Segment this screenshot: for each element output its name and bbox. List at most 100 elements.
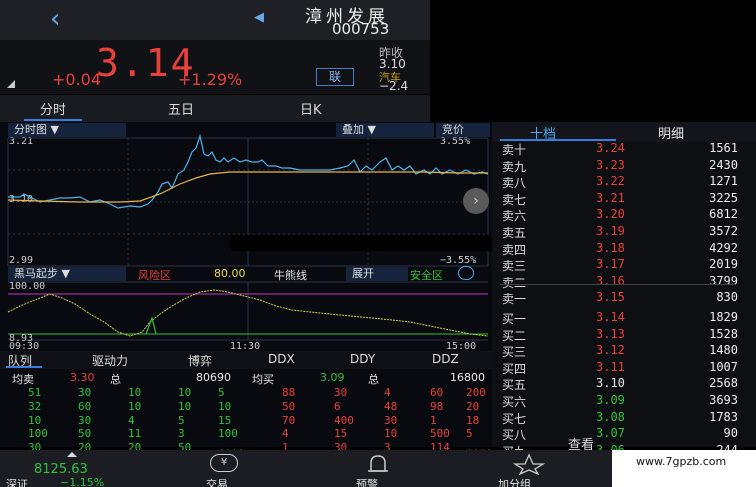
level-label: 买六 bbox=[502, 395, 527, 409]
level-price: 3.13 bbox=[596, 326, 625, 341]
bid-row[interactable]: 买四 3.11 1007 bbox=[492, 359, 738, 376]
queue-buy-cell: 4 bbox=[384, 386, 391, 399]
queue-buy-cell: 60 bbox=[430, 386, 444, 399]
trade-yen-icon[interactable]: ¥ bbox=[210, 454, 238, 472]
ask-row[interactable]: 卖一 3.15 830 bbox=[492, 289, 738, 307]
level-volume: 3693 bbox=[709, 393, 738, 407]
level-volume: 4292 bbox=[709, 240, 738, 255]
ask-row[interactable]: 卖七 3.21 3225 bbox=[492, 190, 738, 207]
tab-game[interactable]: 博弈 bbox=[188, 352, 212, 369]
level-label: 卖六 bbox=[502, 209, 527, 224]
watermark-text: www.7gpzb.com bbox=[636, 455, 727, 468]
bell-icon[interactable] bbox=[363, 453, 393, 475]
level-volume: 1271 bbox=[709, 174, 738, 189]
level-price: 3.20 bbox=[596, 207, 625, 222]
level-volume: 2568 bbox=[709, 376, 738, 391]
level-price: 3.15 bbox=[596, 290, 625, 305]
buy-total-label: 总 bbox=[368, 373, 379, 386]
queue-buy-cell: 1 bbox=[430, 413, 437, 427]
queue-sell-cell: 10 bbox=[28, 413, 42, 427]
queue-sell-cell: 30 bbox=[78, 413, 92, 427]
level-label: 买五 bbox=[502, 378, 527, 393]
queue-buy-cell: 400 bbox=[334, 413, 354, 427]
level-label: 卖八 bbox=[502, 176, 527, 191]
order-book-separator bbox=[500, 284, 736, 285]
trade-label[interactable]: 交易 bbox=[206, 476, 228, 487]
queue-sell-cell: 10 bbox=[178, 399, 192, 413]
tab-timeline[interactable]: 分时 bbox=[40, 99, 66, 118]
level-label: 卖一 bbox=[502, 292, 527, 307]
queue-buy-cell: 50 bbox=[282, 399, 296, 413]
ask-row[interactable]: 卖六 3.20 6812 bbox=[492, 206, 738, 224]
expand-right-icon[interactable]: › bbox=[463, 188, 489, 214]
level-volume: 1561 bbox=[709, 141, 738, 155]
safe-zone-label: 安全区 bbox=[410, 269, 443, 282]
queue-buy-cell: 70 bbox=[282, 413, 296, 427]
level-price: 3.22 bbox=[596, 174, 625, 189]
bid-row[interactable]: 买六 3.09 3693 bbox=[492, 392, 738, 409]
ask-row[interactable]: 卖五 3.19 3572 bbox=[492, 223, 738, 240]
level-label: 卖五 bbox=[502, 226, 527, 240]
bid-row[interactable]: 买五 3.10 2568 bbox=[492, 375, 738, 393]
ask-row[interactable]: 卖三 3.17 2019 bbox=[492, 256, 738, 273]
collapse-up-icon[interactable] bbox=[67, 452, 77, 457]
tab-five-day[interactable]: 五日 bbox=[168, 99, 194, 118]
expand-button[interactable]: 展开 bbox=[346, 267, 408, 281]
bid-row[interactable]: 买八 3.07 90 bbox=[492, 425, 738, 442]
level-price: 3.14 bbox=[596, 310, 625, 324]
queue-tabs bbox=[0, 351, 492, 369]
bid-row[interactable]: 买七 3.08 1783 bbox=[492, 409, 738, 426]
sector-change: −2.4 bbox=[379, 79, 409, 93]
tab-ddy[interactable]: DDY bbox=[350, 352, 375, 366]
queue-sell-cell: 10 bbox=[178, 386, 192, 399]
sell-avg-price: 3.30 bbox=[70, 371, 95, 384]
level-price: 3.07 bbox=[596, 426, 625, 441]
level-price: 3.09 bbox=[596, 393, 625, 407]
alert-label[interactable]: 预警 bbox=[356, 476, 378, 487]
price-change: +0.04 bbox=[52, 70, 102, 89]
ask-row[interactable]: 卖四 3.18 4292 bbox=[492, 240, 738, 257]
tab-drive-force[interactable]: 驱动力 bbox=[92, 352, 128, 369]
watchlist-label[interactable]: 加分组 bbox=[498, 476, 531, 487]
indicator-dropdown[interactable]: 黑马起步 ▼ bbox=[8, 267, 126, 281]
tab-ddx[interactable]: DDX bbox=[268, 352, 295, 366]
ask-row[interactable]: 卖八 3.22 1271 bbox=[492, 173, 738, 191]
level-label: 买七 bbox=[502, 411, 527, 426]
level-volume: 3799 bbox=[709, 273, 738, 288]
level-label: 买二 bbox=[502, 328, 527, 343]
queue-sell-cell: 51 bbox=[28, 386, 42, 399]
bid-row[interactable]: 买二 3.13 1528 bbox=[492, 326, 738, 343]
queue-sell-cell: 5 bbox=[218, 386, 225, 399]
overlay-dark-region bbox=[430, 0, 756, 122]
buy-avg-label: 均买 bbox=[252, 373, 274, 386]
bid-row[interactable]: 买一 3.14 1829 bbox=[492, 309, 738, 326]
ask-row[interactable]: 卖九 3.23 2430 bbox=[492, 157, 738, 174]
level-volume: 6812 bbox=[709, 207, 738, 222]
queue-sell-cell: 5 bbox=[178, 413, 185, 427]
level-price: 3.16 bbox=[596, 273, 625, 288]
star-icon[interactable] bbox=[512, 453, 546, 475]
level-volume: 1528 bbox=[709, 326, 738, 341]
bid-row[interactable]: 买三 3.12 1480 bbox=[492, 342, 738, 359]
sell-avg-label: 均卖 bbox=[12, 373, 34, 386]
sell-total-label: 总 bbox=[110, 373, 121, 386]
tab-day-k[interactable]: 日K bbox=[300, 99, 322, 118]
back-icon[interactable]: ‹ bbox=[50, 4, 60, 34]
queue-sell-cell: 3 bbox=[178, 427, 185, 441]
link-badge[interactable]: 联 bbox=[316, 68, 354, 86]
queue-tab-indicator bbox=[6, 366, 42, 368]
queue-buy-cell: 10 bbox=[384, 427, 398, 441]
level-volume: 2019 bbox=[709, 257, 738, 272]
ask-row[interactable]: 卖二 3.16 3799 bbox=[492, 273, 738, 290]
queue-sell-cell: 60 bbox=[78, 399, 92, 413]
level-price: 3.12 bbox=[596, 343, 625, 358]
ask-row[interactable]: 卖十 3.24 1561 bbox=[492, 140, 738, 157]
queue-buy-cell: 6 bbox=[334, 399, 341, 413]
tab-ddz[interactable]: DDZ bbox=[432, 352, 459, 366]
stock-code: 000753 bbox=[332, 20, 390, 38]
queue-buy-cell: 500 bbox=[430, 427, 450, 441]
level-volume: 830 bbox=[716, 290, 738, 305]
index-value[interactable]: 8125.63 bbox=[34, 462, 88, 477]
refresh-icon[interactable] bbox=[458, 266, 474, 280]
prev-stock-icon[interactable]: ◀ bbox=[254, 10, 264, 25]
